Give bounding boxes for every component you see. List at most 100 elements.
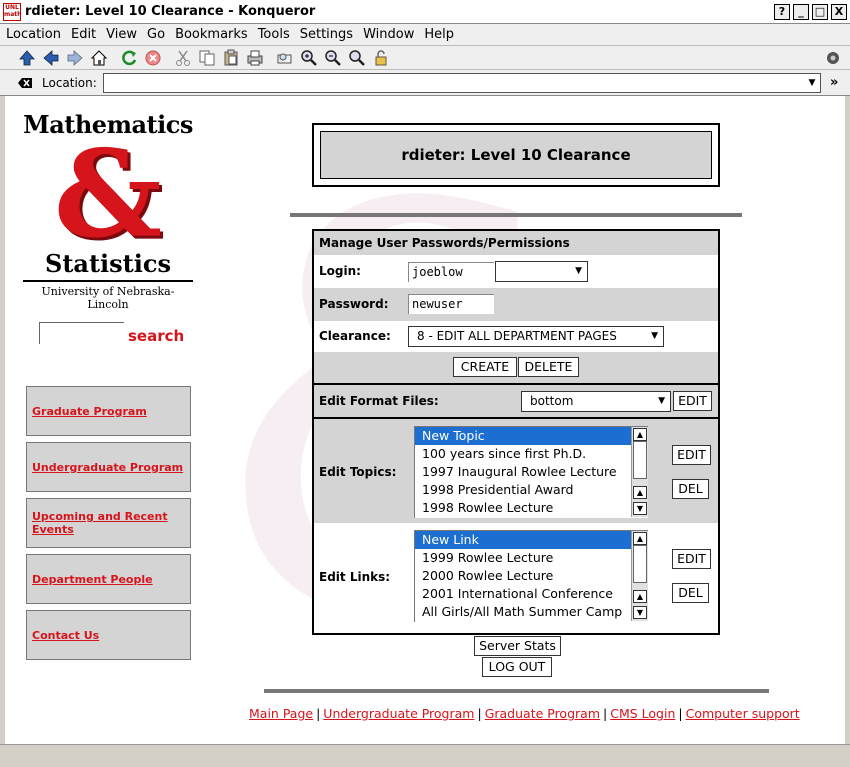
scroll-down-icon[interactable]: ▼ [633, 606, 647, 619]
nav-link[interactable]: Department People [32, 573, 153, 586]
list-item[interactable]: 1999 Rowlee Lecture [415, 549, 648, 567]
topics-label: Edit Topics: [319, 465, 397, 479]
list-item[interactable]: 1998 Presidential Award [415, 481, 648, 499]
status-bar [0, 744, 850, 767]
menu-help[interactable]: Help [424, 27, 454, 42]
logout-button[interactable]: LOG OUT [482, 657, 552, 677]
nav-link[interactable]: Upcoming and Recent Events [32, 510, 190, 536]
menu-tools[interactable]: Tools [258, 27, 290, 42]
nav-contact-us[interactable]: Contact Us [26, 610, 191, 660]
toolbar-extension-icon[interactable]: » [830, 75, 838, 90]
maximize-button[interactable]: □ [812, 3, 828, 20]
department-logo[interactable]: Mathematics & Statistics University of N… [23, 110, 193, 311]
topics-edit-button[interactable]: EDIT [672, 445, 711, 465]
paste-icon[interactable] [220, 48, 242, 68]
server-stats-button[interactable]: Server Stats [474, 636, 561, 656]
reload-icon[interactable] [118, 48, 140, 68]
menu-edit[interactable]: Edit [71, 27, 96, 42]
window-titlebar[interactable]: UNL math rdieter: Level 10 Clearance - K… [0, 0, 850, 24]
forward-arrow-icon[interactable] [64, 48, 86, 68]
nav-events[interactable]: Upcoming and Recent Events [26, 498, 191, 548]
location-input[interactable]: ▼ [103, 73, 821, 93]
nav-undergraduate-program[interactable]: Undergraduate Program [26, 442, 191, 492]
close-window-button[interactable]: X [831, 3, 847, 20]
home-icon[interactable] [88, 48, 110, 68]
scroll-thumb[interactable] [633, 441, 647, 479]
format-edit-button[interactable]: EDIT [673, 391, 712, 411]
scroll-thumb[interactable] [633, 545, 647, 583]
search-button[interactable]: search [128, 327, 184, 345]
scroll-up-icon[interactable]: ▲ [633, 486, 647, 499]
menu-window[interactable]: Window [363, 27, 414, 42]
find-icon[interactable] [274, 48, 296, 68]
scroll-down-icon[interactable]: ▼ [633, 502, 647, 515]
clearance-select[interactable]: 8 - EDIT ALL DEPARTMENT PAGES ▼ [408, 326, 664, 347]
topics-listbox[interactable]: New Topic 100 years since first Ph.D. 19… [414, 426, 648, 518]
location-label: Location: [42, 75, 97, 90]
login-row: Login: joeblow ▼ [314, 255, 718, 288]
list-item[interactable]: New Topic [415, 427, 648, 445]
links-row: Edit Links: New Link 1999 Rowlee Lecture… [314, 523, 718, 633]
menu-settings[interactable]: Settings [300, 27, 353, 42]
nav-graduate-program[interactable]: Graduate Program [26, 386, 191, 436]
password-input[interactable]: newuser [408, 294, 494, 314]
nav-link[interactable]: Contact Us [32, 629, 99, 642]
zoom-in-icon[interactable] [298, 48, 320, 68]
user-actions-row: CREATE DELETE [314, 352, 718, 383]
nav-department-people[interactable]: Department People [26, 554, 191, 604]
footer-link-graduate[interactable]: Graduate Program [485, 706, 600, 721]
menu-go[interactable]: Go [147, 27, 165, 42]
scroll-up-icon[interactable]: ▲ [633, 532, 647, 545]
search-input[interactable] [39, 322, 124, 344]
zoom-out-icon[interactable] [322, 48, 344, 68]
back-arrow-icon[interactable] [40, 48, 62, 68]
password-label: Password: [319, 297, 389, 311]
page-title-box: rdieter: Level 10 Clearance [312, 123, 720, 187]
konqueror-app-icon[interactable]: UNL math [3, 2, 21, 21]
password-row: Password: newuser [314, 288, 718, 321]
login-input[interactable]: joeblow [408, 262, 494, 282]
minimize-button[interactable]: _ [793, 3, 809, 20]
footer-link-undergraduate[interactable]: Undergraduate Program [323, 706, 474, 721]
footer-link-cms-login[interactable]: CMS Login [610, 706, 675, 721]
user-select[interactable]: ▼ [495, 261, 588, 282]
zoom-fit-icon[interactable] [346, 48, 368, 68]
delete-button[interactable]: DELETE [518, 357, 579, 377]
clear-location-icon[interactable] [14, 73, 36, 93]
links-listbox[interactable]: New Link 1999 Rowlee Lecture 2000 Rowlee… [414, 530, 648, 622]
scroll-up-icon[interactable]: ▲ [633, 590, 647, 603]
nav-link[interactable]: Graduate Program [32, 405, 147, 418]
scroll-up-icon[interactable]: ▲ [633, 428, 647, 441]
location-dropdown-icon[interactable]: ▼ [804, 74, 820, 92]
list-item[interactable]: 100 years since first Ph.D. [415, 445, 648, 463]
print-icon[interactable] [244, 48, 266, 68]
list-item[interactable]: All Girls/All Math Summer Camp [415, 603, 648, 621]
list-item[interactable]: 1998 Rowlee Lecture [415, 499, 648, 517]
format-file-select[interactable]: bottom ▼ [521, 391, 671, 412]
format-files-row: Edit Format Files: bottom ▼ EDIT [314, 385, 718, 417]
footer-link-computer-support[interactable]: Computer support [686, 706, 800, 721]
help-window-button[interactable]: ? [774, 3, 790, 20]
list-item[interactable]: 2001 International Conference [415, 585, 648, 603]
menu-view[interactable]: View [106, 27, 137, 42]
list-item[interactable]: 1997 Inaugural Rowlee Lecture [415, 463, 648, 481]
topics-del-button[interactable]: DEL [672, 479, 709, 499]
menu-location[interactable]: Location [6, 27, 61, 42]
security-lock-icon[interactable] [370, 48, 392, 68]
create-button[interactable]: CREATE [453, 357, 517, 377]
menu-bookmarks[interactable]: Bookmarks [175, 27, 248, 42]
links-del-button[interactable]: DEL [672, 583, 709, 603]
list-item[interactable]: 2000 Rowlee Lecture [415, 567, 648, 585]
nav-link[interactable]: Undergraduate Program [32, 461, 183, 474]
links-edit-button[interactable]: EDIT [672, 549, 711, 569]
manage-users-header: Manage User Passwords/Permissions [314, 231, 718, 255]
cut-icon[interactable] [172, 48, 194, 68]
list-item[interactable]: New Link [415, 531, 648, 549]
up-arrow-icon[interactable] [16, 48, 38, 68]
footer-link-main-page[interactable]: Main Page [249, 706, 313, 721]
location-bar: Location: ▼ » [0, 70, 850, 96]
copy-icon[interactable] [196, 48, 218, 68]
links-scrollbar[interactable]: ▲ ▲ ▼ [631, 531, 648, 621]
stop-icon[interactable] [142, 48, 164, 68]
topics-scrollbar[interactable]: ▲ ▲ ▼ [631, 427, 648, 517]
